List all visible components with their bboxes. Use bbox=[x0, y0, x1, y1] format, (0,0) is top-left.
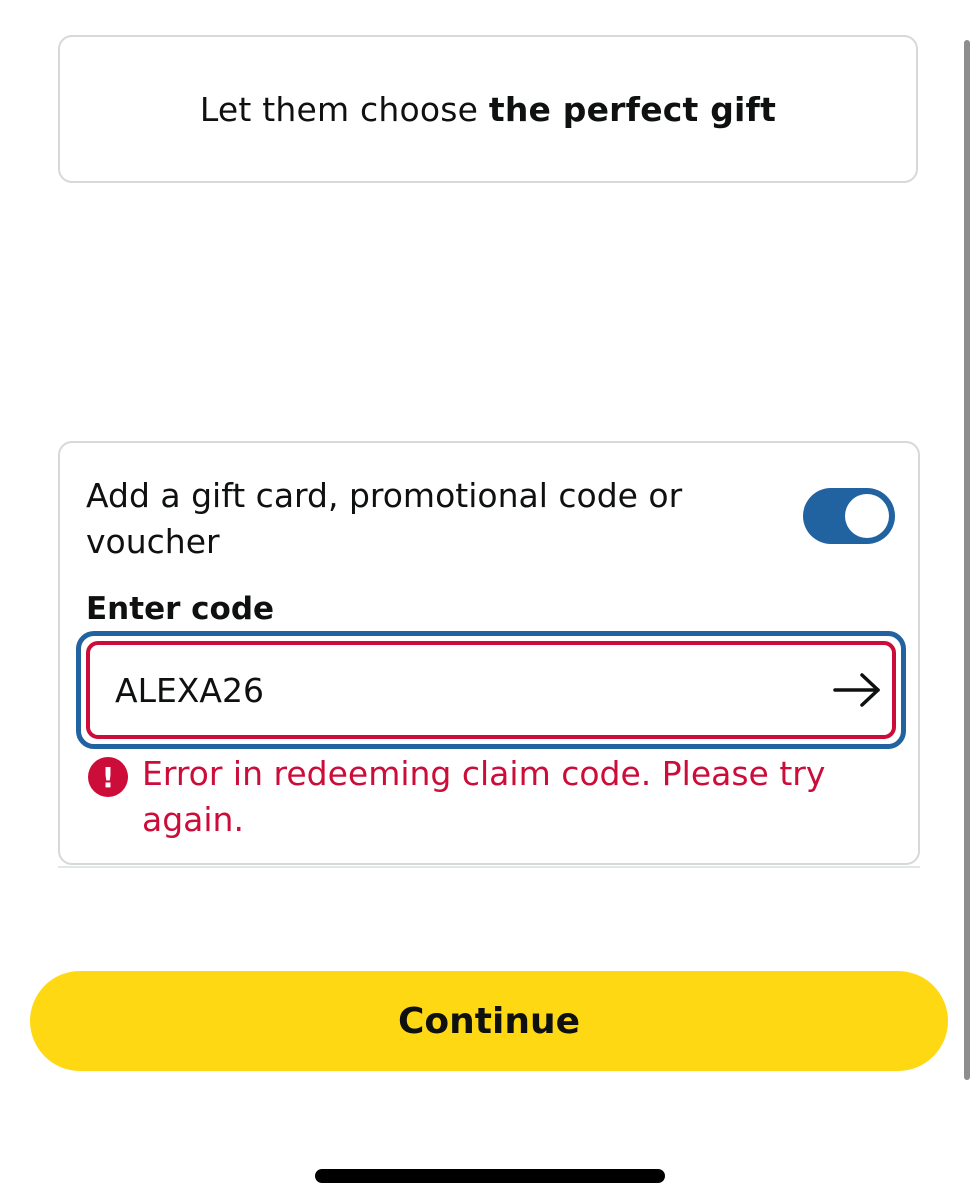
scrollbar[interactable] bbox=[964, 40, 970, 1080]
error-message: Error in redeeming claim code. Please tr… bbox=[142, 754, 826, 839]
promo-text-regular: Let them choose bbox=[199, 89, 489, 129]
toggle-knob bbox=[845, 494, 889, 538]
promo-text-bold: the perfect gift bbox=[488, 89, 777, 129]
error-message-row: ! Error in redeeming claim code. Please … bbox=[88, 751, 868, 843]
gift-card-toggle[interactable] bbox=[803, 488, 895, 544]
code-input-wrapper bbox=[86, 641, 896, 739]
home-indicator bbox=[315, 1169, 665, 1183]
code-input-focus-ring bbox=[76, 631, 906, 749]
section-divider bbox=[58, 866, 920, 868]
continue-button[interactable]: Continue bbox=[30, 971, 948, 1071]
arrow-right-icon bbox=[833, 673, 880, 707]
enter-code-label: Enter code bbox=[86, 591, 275, 627]
gift-card-title: Add a gift card, promotional code or vou… bbox=[86, 476, 683, 561]
submit-code-button[interactable] bbox=[822, 645, 892, 735]
gift-card-section: Add a gift card, promotional code or vou… bbox=[58, 441, 920, 865]
exclamation-icon: ! bbox=[88, 757, 128, 797]
checkout-page: Let them choose the perfect gift Add a g… bbox=[0, 0, 978, 1200]
code-input[interactable] bbox=[90, 645, 822, 735]
promo-banner[interactable]: Let them choose the perfect gift bbox=[58, 35, 918, 183]
